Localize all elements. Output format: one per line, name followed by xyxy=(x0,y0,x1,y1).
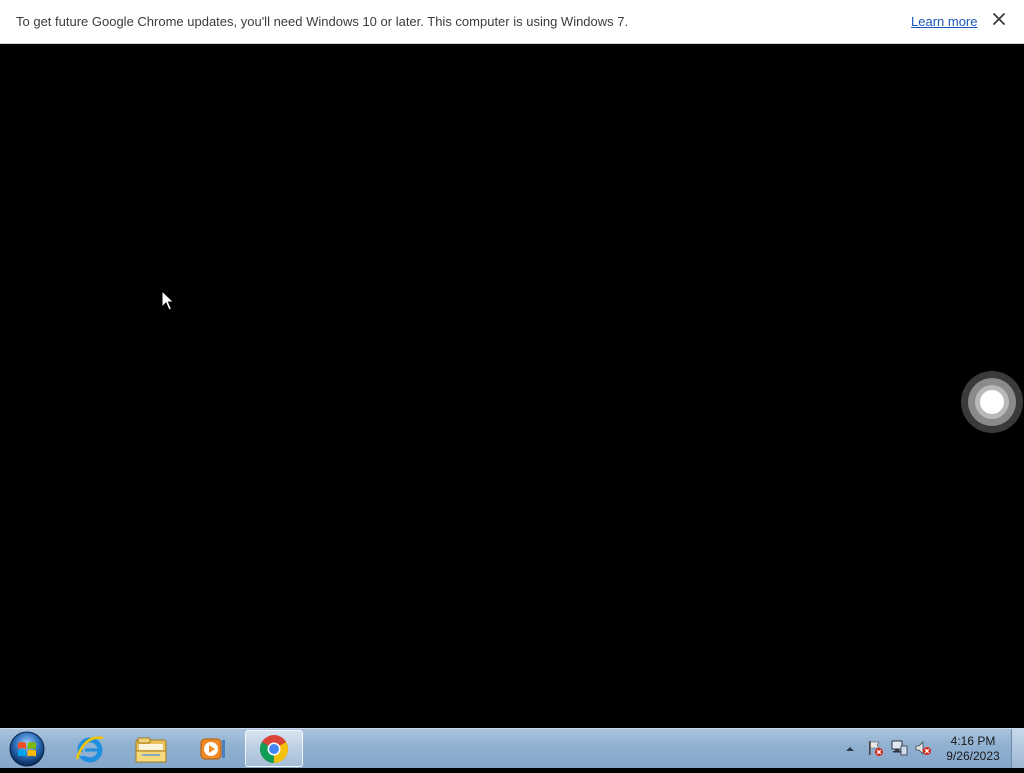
clock-time: 4:16 PM xyxy=(950,734,996,748)
circle-icon xyxy=(961,371,1023,433)
volume-muted-icon[interactable] xyxy=(914,739,932,757)
network-icon[interactable] xyxy=(890,739,908,757)
system-clock[interactable]: 4:16 PM 9/26/2023 xyxy=(940,734,1006,764)
page-content[interactable] xyxy=(0,44,1024,728)
clock-date: 9/26/2023 xyxy=(946,749,1000,763)
close-icon-glyph xyxy=(993,13,1005,25)
media-player-icon xyxy=(200,738,225,759)
taskbar-google-chrome[interactable] xyxy=(245,730,303,767)
action-center-flag-icon[interactable] xyxy=(866,739,884,757)
chevron-up-icon xyxy=(846,747,854,751)
floating-action-button[interactable] xyxy=(960,370,1024,434)
show-desktop-button[interactable] xyxy=(1011,729,1024,768)
learn-more-link[interactable]: Learn more xyxy=(911,14,977,29)
infobar-message: To get future Google Chrome updates, you… xyxy=(16,14,629,29)
close-icon[interactable] xyxy=(990,12,1008,30)
mouse-pointer-icon xyxy=(161,289,175,317)
taskbar-internet-explorer[interactable] xyxy=(62,730,118,767)
chrome-icon xyxy=(260,734,288,763)
taskbar-media-player[interactable] xyxy=(184,730,240,767)
windows-start-icon xyxy=(9,731,45,767)
folder-icon xyxy=(135,737,167,762)
chrome-update-infobar: To get future Google Chrome updates, you… xyxy=(0,0,1024,44)
taskbar-windows-explorer[interactable] xyxy=(123,730,179,767)
show-hidden-icons-button[interactable] xyxy=(843,742,857,756)
start-button[interactable] xyxy=(6,730,48,768)
ie-icon xyxy=(75,735,104,762)
taskbar: 4:16 PM 9/26/2023 xyxy=(0,728,1024,768)
